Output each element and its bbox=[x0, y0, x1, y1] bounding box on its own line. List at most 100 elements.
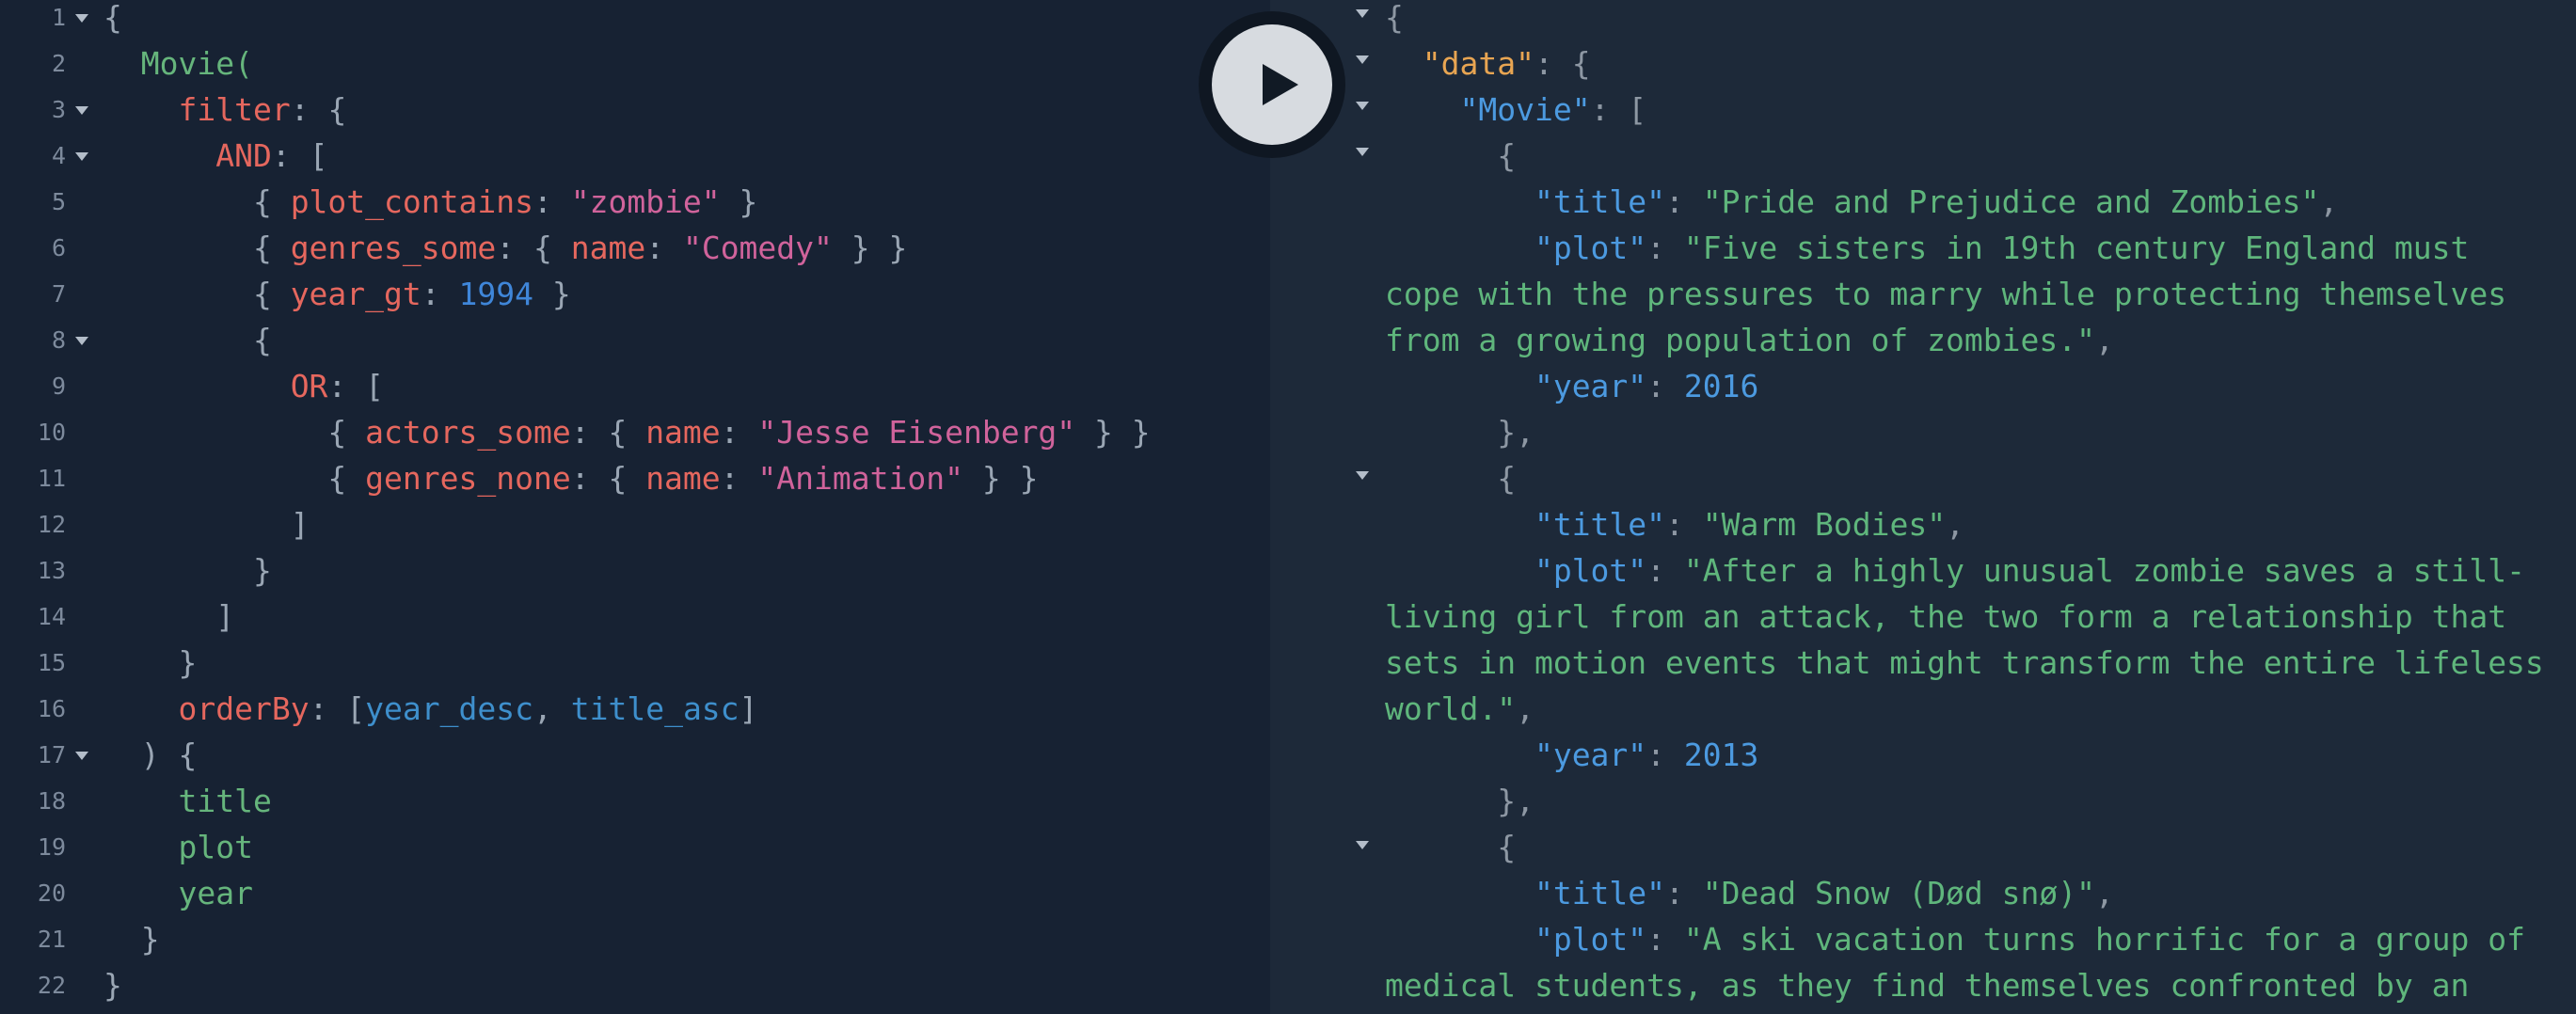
result-line: "Movie": [ bbox=[1459, 91, 1647, 128]
code-line[interactable]: OR: [ bbox=[103, 363, 384, 409]
code-line[interactable]: ] bbox=[103, 594, 234, 640]
line-number-row: 3 bbox=[0, 87, 88, 133]
fold-arrow-icon[interactable] bbox=[1356, 148, 1369, 156]
token: { bbox=[252, 322, 272, 358]
line-number-row: 15 bbox=[0, 640, 75, 686]
line-number: 17 bbox=[37, 741, 66, 768]
fold-arrow-icon[interactable] bbox=[75, 337, 88, 345]
code-line[interactable]: { actors_some: { name: "Jesse Eisenberg"… bbox=[103, 409, 1150, 455]
line-number: 19 bbox=[37, 833, 66, 861]
movie-plot-value: "Five sisters in 19th century England mu… bbox=[1683, 230, 2470, 266]
line-number: 16 bbox=[37, 695, 66, 722]
fold-arrow-icon[interactable] bbox=[1356, 102, 1369, 110]
code-line[interactable]: { bbox=[103, 317, 272, 363]
code-line[interactable]: AND: [ bbox=[103, 133, 327, 179]
movie-plot-value: cope with the pressures to marry while p… bbox=[1385, 276, 2507, 312]
line-number: 8 bbox=[51, 326, 66, 354]
line-number-row: 20 bbox=[0, 870, 75, 916]
code-line[interactable]: plot bbox=[103, 824, 253, 870]
code-line[interactable]: { year_gt: 1994 } bbox=[103, 271, 571, 317]
code-line[interactable]: } bbox=[103, 547, 272, 594]
execute-query-button[interactable] bbox=[1199, 11, 1345, 158]
code-line[interactable]: } bbox=[103, 962, 122, 1008]
code-line[interactable]: ] bbox=[103, 501, 310, 547]
result-line: { bbox=[1385, 0, 1404, 36]
result-line: "title": "Pride and Prejudice and Zombie… bbox=[1534, 183, 2339, 220]
result-viewer[interactable]: { "data": { "Movie": [ { "title": "Pride… bbox=[1270, 0, 2576, 1014]
movie-plot-value: from a growing population of zombies." bbox=[1385, 322, 2095, 358]
line-number: 15 bbox=[37, 649, 66, 676]
fold-arrow-icon[interactable] bbox=[1356, 471, 1369, 480]
fold-arrow-icon[interactable] bbox=[75, 14, 88, 23]
query-name: Movie bbox=[140, 45, 235, 82]
line-number: 4 bbox=[51, 142, 66, 169]
token: ] bbox=[215, 598, 235, 635]
fold-arrow-icon[interactable] bbox=[75, 152, 88, 161]
result-line: }, bbox=[1385, 783, 1534, 819]
line-number-row: 13 bbox=[0, 547, 75, 594]
movie-plot-value: sets in motion events that might transfo… bbox=[1385, 644, 2544, 681]
line-number: 10 bbox=[37, 419, 66, 446]
result-line: medical students, as they find themselve… bbox=[1385, 962, 2469, 1008]
code-line[interactable]: year bbox=[103, 870, 253, 916]
string-value: "zombie" bbox=[570, 183, 721, 220]
code-line[interactable]: { plot_contains: "zombie" } bbox=[103, 179, 757, 225]
json-key: "plot" bbox=[1534, 552, 1647, 589]
argument-key: genres_none bbox=[365, 460, 571, 497]
enum-value: title_asc bbox=[570, 690, 739, 727]
token: ] bbox=[739, 690, 758, 727]
movie-title-value: "Dead Snow (Død snø)" bbox=[1702, 875, 2096, 911]
result-line: sets in motion events that might transfo… bbox=[1385, 640, 2544, 686]
movie-plot-value: "After a highly unusual zombie saves a s… bbox=[1683, 552, 2525, 589]
string-value: "Comedy" bbox=[682, 230, 833, 266]
json-key: "year" bbox=[1534, 737, 1647, 773]
code-line[interactable]: } bbox=[103, 916, 160, 962]
token: ( bbox=[234, 45, 253, 82]
line-number-row: 17 bbox=[0, 732, 88, 778]
code-line[interactable]: filter: { bbox=[103, 87, 346, 133]
number-value: 1994 bbox=[458, 276, 533, 312]
json-key: "title" bbox=[1534, 875, 1666, 911]
code-line[interactable]: orderBy: [year_desc, title_asc] bbox=[103, 686, 757, 732]
json-key: "year" bbox=[1534, 368, 1647, 404]
result-line: "plot": "Five sisters in 19th century En… bbox=[1534, 230, 2470, 266]
code-line[interactable]: ) { bbox=[103, 732, 198, 778]
token: : [ bbox=[271, 137, 328, 174]
fold-arrow-icon[interactable] bbox=[75, 752, 88, 760]
result-line: "plot": "A ski vacation turns horrific f… bbox=[1534, 921, 2525, 958]
string-value: "Animation" bbox=[757, 460, 963, 497]
argument-key: name bbox=[645, 460, 721, 497]
token: } bbox=[178, 644, 198, 681]
line-number: 13 bbox=[37, 557, 66, 584]
movie-plot-value: "A ski vacation turns horrific for a gro… bbox=[1683, 921, 2525, 958]
json-key: "plot" bbox=[1534, 921, 1647, 958]
line-number-row: 2 bbox=[0, 40, 75, 87]
line-number-row: 7 bbox=[0, 271, 75, 317]
field-selection: plot bbox=[178, 829, 253, 865]
result-line: "title": "Warm Bodies", bbox=[1534, 506, 1964, 543]
code-line[interactable]: { genres_none: { name: "Animation" } } bbox=[103, 455, 1038, 501]
code-line[interactable]: { bbox=[103, 0, 122, 40]
argument-key: orderBy bbox=[178, 690, 310, 727]
line-number-row: 21 bbox=[0, 916, 75, 962]
fold-arrow-icon[interactable] bbox=[1356, 841, 1369, 849]
json-key: "data" bbox=[1422, 45, 1534, 82]
fold-arrow-icon[interactable] bbox=[75, 106, 88, 115]
line-number: 7 bbox=[51, 280, 66, 308]
argument-key: filter bbox=[178, 91, 291, 128]
fold-arrow-icon[interactable] bbox=[1356, 9, 1369, 18]
line-number: 18 bbox=[37, 787, 66, 815]
result-line: from a growing population of zombies.", bbox=[1385, 322, 2114, 358]
field-selection: year bbox=[178, 875, 253, 911]
code-line[interactable]: } bbox=[103, 640, 197, 686]
result-line: "data": { bbox=[1422, 45, 1591, 82]
code-line[interactable]: Movie( bbox=[103, 40, 253, 87]
fold-arrow-icon[interactable] bbox=[1356, 55, 1369, 64]
code-line[interactable]: title bbox=[103, 778, 271, 824]
code-line[interactable]: { genres_some: { name: "Comedy" } } bbox=[103, 225, 907, 271]
token: : [ bbox=[327, 368, 385, 404]
line-number-row: 18 bbox=[0, 778, 75, 824]
result-line: { bbox=[1385, 829, 1517, 865]
query-editor[interactable]: 1 2 3 4 5 6 7 8 9 10 11 12 13 14 15 16 1… bbox=[0, 0, 1270, 1014]
json-key: "title" bbox=[1534, 506, 1666, 543]
